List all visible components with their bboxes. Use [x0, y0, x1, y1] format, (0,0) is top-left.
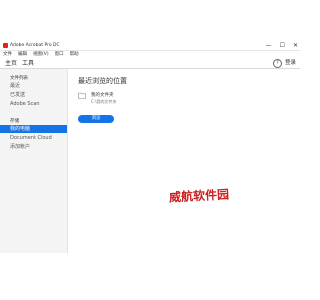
help-icon[interactable]: ? — [273, 59, 282, 68]
folder-icon — [78, 92, 86, 99]
section-title-recent: 文件列表 — [10, 76, 28, 81]
login-link[interactable]: 登录 — [285, 59, 296, 68]
recent-folder-name[interactable]: 我的文件夹 — [91, 92, 114, 98]
minimize-icon[interactable]: — — [266, 42, 272, 49]
watermark: 威航软件园 — [168, 187, 230, 205]
window-controls: — ☐ ✕ — [266, 41, 298, 50]
section-title-storage: 存储 — [10, 119, 19, 124]
menu-edit[interactable]: 编辑 — [18, 51, 27, 58]
close-icon[interactable]: ✕ — [293, 42, 298, 49]
browse-button[interactable]: 浏览 — [78, 115, 114, 123]
sidebar: 文件列表 最近 已发送 Adobe Scan 存储 我的电脑 Document … — [0, 69, 68, 253]
tab-tools[interactable]: 工具 — [22, 59, 34, 68]
menu-bar: 文件 编辑 视图(V) 窗口 帮助 — [0, 51, 300, 58]
page-title: 最近浏览的位置 — [78, 77, 127, 85]
sidebar-item-adobe-scan[interactable]: Adobe Scan — [0, 100, 67, 108]
acrobat-icon — [3, 43, 8, 48]
sidebar-item-sent[interactable]: 已发送 — [0, 91, 67, 99]
tab-home[interactable]: 主页 — [5, 59, 17, 68]
sidebar-item-my-computer[interactable]: 我的电脑 — [0, 125, 67, 133]
menu-window[interactable]: 窗口 — [55, 51, 64, 58]
sidebar-item-document-cloud[interactable]: Document Cloud — [0, 134, 67, 142]
acrobat-window: Adobe Acrobat Pro DC — ☐ ✕ 文件 编辑 视图(V) 窗… — [0, 41, 300, 253]
menu-help[interactable]: 帮助 — [70, 51, 79, 58]
recent-folder-path: C:\我的文件夹 — [91, 99, 117, 104]
sidebar-item-add-account[interactable]: 添加帐户 — [0, 143, 67, 151]
menu-file[interactable]: 文件 — [3, 51, 12, 58]
menu-view[interactable]: 视图(V) — [33, 51, 49, 58]
main-panel: 最近浏览的位置 我的文件夹 C:\我的文件夹 浏览 — [68, 69, 300, 253]
tab-bar: 主页 工具 ? 登录 — [0, 58, 300, 69]
maximize-icon[interactable]: ☐ — [280, 42, 285, 49]
window-title: Adobe Acrobat Pro DC — [10, 43, 60, 48]
title-bar: Adobe Acrobat Pro DC — ☐ ✕ — [0, 41, 300, 51]
sidebar-item-recent[interactable]: 最近 — [0, 82, 67, 90]
